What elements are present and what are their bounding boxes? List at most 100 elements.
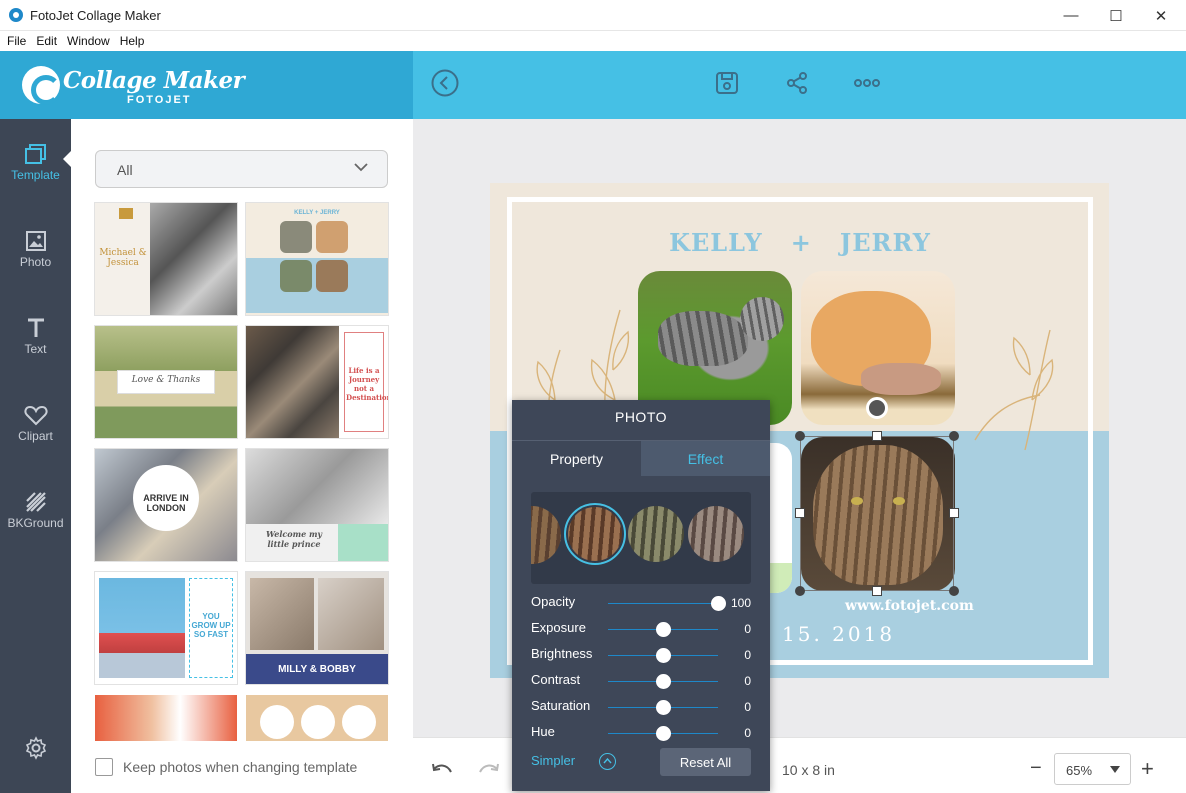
more-button[interactable] bbox=[852, 68, 882, 98]
gear-icon bbox=[25, 736, 47, 760]
menu-bar: File Edit Window Help bbox=[0, 31, 1186, 51]
keep-photos-option[interactable]: Keep photos when changing template bbox=[95, 758, 357, 776]
brightness-label: Brightness bbox=[531, 646, 593, 661]
menu-window[interactable]: Window bbox=[67, 34, 110, 48]
saturation-value: 0 bbox=[744, 700, 751, 714]
filter-thumb[interactable] bbox=[628, 506, 684, 562]
save-icon bbox=[716, 72, 738, 94]
chevron-up-icon[interactable] bbox=[599, 753, 616, 770]
template-thumb-journey[interactable]: Life is a Journey not a Destination bbox=[246, 326, 388, 438]
back-arrow-icon bbox=[431, 69, 459, 97]
close-button[interactable]: ✕ bbox=[1138, 0, 1184, 31]
saturation-label: Saturation bbox=[531, 698, 591, 713]
nav-template[interactable]: Template bbox=[0, 143, 71, 213]
chevron-down-icon bbox=[354, 163, 368, 172]
nav-clipart[interactable]: Clipart bbox=[0, 404, 71, 474]
nav-text-label: Text bbox=[24, 342, 47, 356]
heart-icon bbox=[23, 405, 48, 426]
share-button[interactable] bbox=[782, 68, 812, 98]
menu-help[interactable]: Help bbox=[120, 34, 145, 48]
collage-date-text[interactable]: 15. 2018 bbox=[782, 622, 895, 646]
menu-edit[interactable]: Edit bbox=[36, 34, 57, 48]
template-thumb-prince[interactable]: Welcome my little prince bbox=[246, 449, 388, 561]
template-thumb-wedding[interactable]: Michael & Jessica bbox=[95, 203, 237, 315]
resize-handle[interactable] bbox=[795, 508, 805, 518]
collage-website-text[interactable]: www.fotojet.com bbox=[845, 598, 974, 614]
zoom-in-button[interactable]: + bbox=[1141, 756, 1154, 782]
text-icon bbox=[27, 318, 44, 337]
simpler-toggle[interactable]: Simpler bbox=[531, 753, 575, 768]
resize-handle[interactable] bbox=[872, 431, 882, 441]
app-window: FotoJet Collage Maker — ☐ ✕ File Edit Wi… bbox=[0, 0, 1186, 793]
resize-handle[interactable] bbox=[949, 586, 959, 596]
brightness-slider-knob[interactable] bbox=[656, 648, 671, 663]
opacity-value: 100 bbox=[730, 596, 751, 610]
logo-subtext: FOTOJET bbox=[127, 94, 192, 106]
hue-slider-knob[interactable] bbox=[656, 726, 671, 741]
contrast-value: 0 bbox=[744, 674, 751, 688]
saturation-slider-knob[interactable] bbox=[656, 700, 671, 715]
resize-handle[interactable] bbox=[949, 508, 959, 518]
contrast-label: Contrast bbox=[531, 672, 581, 687]
share-icon bbox=[787, 72, 807, 94]
app-logo-icon bbox=[9, 8, 23, 22]
exposure-slider-knob[interactable] bbox=[656, 622, 671, 637]
redo-icon[interactable] bbox=[478, 762, 500, 778]
nav-clipart-label: Clipart bbox=[18, 429, 53, 443]
canvas-size-label: 10 x 8 in bbox=[782, 762, 835, 778]
tab-effect[interactable]: Effect bbox=[641, 440, 770, 476]
nav-photo-label: Photo bbox=[19, 255, 52, 269]
back-button[interactable] bbox=[430, 68, 460, 98]
menu-file[interactable]: File bbox=[7, 34, 26, 48]
category-dropdown[interactable]: All bbox=[95, 150, 388, 188]
hue-label: Hue bbox=[531, 724, 555, 739]
nav-photo[interactable]: Photo bbox=[0, 230, 71, 300]
opacity-slider-knob[interactable] bbox=[711, 596, 726, 611]
template-thumb-milly-bobby[interactable]: MILLY & BOBBY bbox=[246, 572, 388, 684]
background-icon bbox=[25, 492, 46, 512]
nav-background-label: BKGround bbox=[7, 516, 64, 530]
undo-icon[interactable] bbox=[431, 762, 453, 778]
filter-thumb[interactable] bbox=[688, 506, 744, 562]
title-bar bbox=[0, 0, 1186, 31]
filter-thumb[interactable] bbox=[531, 506, 561, 564]
tab-property[interactable]: Property bbox=[512, 440, 641, 476]
photo-panel-title: PHOTO bbox=[614, 409, 668, 425]
thumb-text: Life is a Journey not a Destination bbox=[346, 366, 388, 402]
template-thumb-grow-up[interactable]: YOU GROW UP SO FAST bbox=[95, 572, 237, 684]
thumb-text: YOU GROW UP SO FAST bbox=[191, 612, 231, 639]
selection-box bbox=[800, 436, 954, 591]
rotate-icon[interactable] bbox=[866, 397, 888, 419]
template-thumb-plates[interactable] bbox=[246, 695, 388, 741]
thumb-text: KELLY + JERRY bbox=[294, 210, 340, 216]
thumb-text: Love & Thanks bbox=[131, 375, 201, 385]
keep-photos-checkbox[interactable] bbox=[95, 758, 113, 776]
template-thumb-food[interactable] bbox=[95, 695, 237, 741]
nav-background[interactable]: BKGround bbox=[0, 491, 71, 561]
template-thumb-love-thanks[interactable]: Love & Thanks bbox=[95, 326, 237, 438]
brightness-value: 0 bbox=[744, 648, 751, 662]
thumb-text: ARRIVE IN LONDON bbox=[143, 493, 189, 513]
filter-thumb-selected[interactable] bbox=[564, 503, 626, 565]
opacity-slider[interactable] bbox=[608, 603, 718, 604]
contrast-slider-knob[interactable] bbox=[656, 674, 671, 689]
save-button[interactable] bbox=[712, 68, 742, 98]
template-thumb-kelly-jerry[interactable]: KELLY + JERRY bbox=[246, 203, 388, 315]
title-name-right: JERRY bbox=[839, 228, 931, 257]
collage-title[interactable]: KELLY + JERRY bbox=[600, 228, 1000, 257]
maximize-button[interactable]: ☐ bbox=[1093, 0, 1139, 31]
window-title: FotoJet Collage Maker bbox=[30, 8, 161, 23]
template-thumb-london[interactable]: ARRIVE IN LONDON bbox=[95, 449, 237, 561]
minimize-button[interactable]: — bbox=[1048, 0, 1094, 31]
hue-value: 0 bbox=[744, 726, 751, 740]
resize-handle[interactable] bbox=[872, 586, 882, 596]
zoom-out-button[interactable]: − bbox=[1030, 757, 1042, 780]
exposure-label: Exposure bbox=[531, 620, 586, 635]
settings-button[interactable] bbox=[24, 736, 48, 765]
nav-text[interactable]: Text bbox=[0, 317, 71, 387]
resize-handle[interactable] bbox=[949, 431, 959, 441]
title-name-left: KELLY bbox=[669, 228, 763, 257]
resize-handle[interactable] bbox=[795, 586, 805, 596]
resize-handle[interactable] bbox=[795, 431, 805, 441]
reset-all-button[interactable]: Reset All bbox=[660, 748, 751, 776]
